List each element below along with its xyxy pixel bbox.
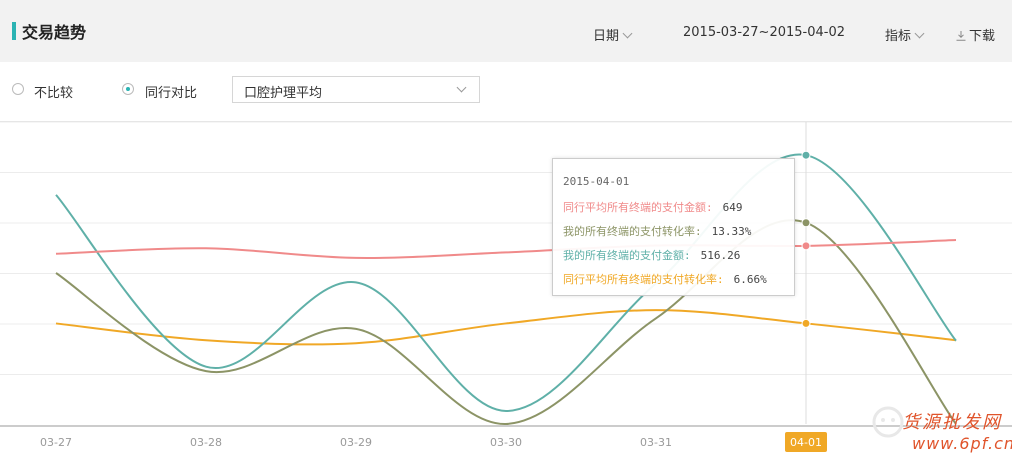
radio-peer-compare[interactable] xyxy=(122,83,134,95)
title-accent-bar xyxy=(12,22,16,40)
watermark-url: www.6pf.cn xyxy=(912,434,1012,453)
x-tick-label: 03-31 xyxy=(640,436,672,449)
download-icon xyxy=(956,31,966,41)
tooltip-row-peer-conversion: 同行平均所有终端的支付转化率: 6.66% xyxy=(563,271,767,287)
metric-dropdown[interactable]: 指标 xyxy=(885,25,925,44)
tooltip-label: 我的所有终端的支付金额: xyxy=(563,249,691,262)
chevron-down-icon xyxy=(456,82,467,93)
series-line xyxy=(55,153,957,412)
tooltip-label: 同行平均所有终端的支付金额: xyxy=(563,201,713,214)
chevron-down-icon xyxy=(622,28,633,39)
data-point-marker xyxy=(801,241,811,251)
radio-no-compare-label[interactable]: 不比较 xyxy=(34,82,73,101)
watermark-text: 货源批发网 xyxy=(902,412,1002,433)
page-title: 交易趋势 xyxy=(22,23,87,42)
tooltip-row-my-conversion: 我的所有终端的支付转化率: 13.33% xyxy=(563,223,751,239)
tooltip-value: 13.33% xyxy=(711,225,752,238)
data-point-marker xyxy=(801,218,811,228)
x-tick-label: 03-30 xyxy=(490,436,522,449)
metric-dropdown-label: 指标 xyxy=(885,29,912,44)
tooltip-value: 649 xyxy=(722,201,743,214)
chevron-down-icon xyxy=(914,28,925,39)
data-point-marker xyxy=(801,150,811,160)
industry-select-value: 口腔护理平均 xyxy=(244,86,323,101)
x-tick-label: 03-27 xyxy=(40,436,72,449)
tooltip-value: 6.66% xyxy=(733,273,767,286)
tooltip-row-peer-amount: 同行平均所有终端的支付金额: 649 xyxy=(563,199,743,215)
date-dropdown-label: 日期 xyxy=(593,29,620,44)
tooltip-row-my-amount: 我的所有终端的支付金额: 516.26 xyxy=(563,247,740,263)
series-line xyxy=(55,309,957,346)
radio-peer-compare-label[interactable]: 同行对比 xyxy=(145,82,197,101)
x-tick-label: 03-28 xyxy=(190,436,222,449)
date-dropdown[interactable]: 日期 xyxy=(593,25,633,44)
tooltip-label: 我的所有终端的支付转化率: xyxy=(563,225,702,238)
x-tick-label: 03-29 xyxy=(340,436,372,449)
chart-tooltip: 2015-04-01 同行平均所有终端的支付金额: 649 我的所有终端的支付转化… xyxy=(552,158,795,296)
data-point-marker xyxy=(801,318,811,328)
radio-no-compare[interactable] xyxy=(12,83,24,95)
download-label: 下载 xyxy=(969,29,996,44)
chart-header: 交易趋势 日期 2015-03-27~2015-04-02 指标 下载 xyxy=(0,0,1012,62)
industry-select[interactable]: 口腔护理平均 xyxy=(232,76,480,103)
tooltip-label: 同行平均所有终端的支付转化率: xyxy=(563,273,724,286)
series-line xyxy=(55,219,957,426)
date-range-display[interactable]: 2015-03-27~2015-04-02 xyxy=(683,25,845,40)
tooltip-date: 2015-04-01 xyxy=(563,175,630,188)
series-line xyxy=(55,239,957,259)
trend-line-chart: 03-27 03-28 03-29 03-30 03-31 04-01 xyxy=(0,122,1012,452)
download-button[interactable]: 下载 xyxy=(956,25,995,44)
tooltip-value: 516.26 xyxy=(700,249,741,262)
x-tick-label: 04-01 xyxy=(790,436,822,449)
